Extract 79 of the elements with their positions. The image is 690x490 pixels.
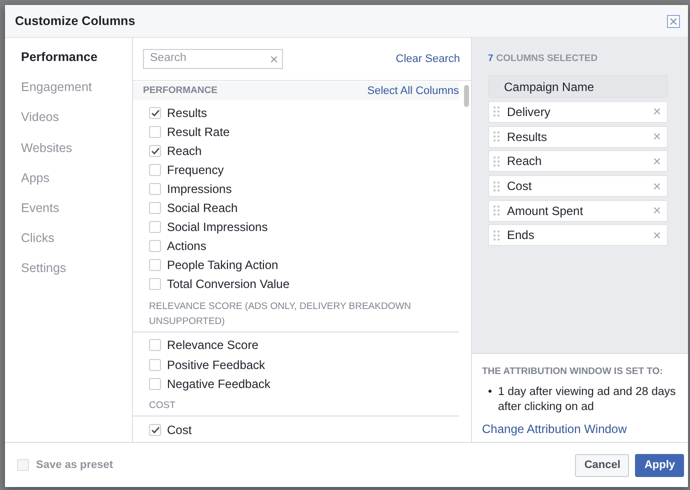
option-label: Result Rate (167, 124, 230, 141)
column-label: Delivery (507, 104, 550, 121)
checkbox[interactable] (149, 126, 161, 138)
column-row[interactable]: Cost × (488, 175, 668, 197)
column-label: Results (507, 128, 548, 146)
clear-search-link[interactable]: Clear Search (396, 50, 460, 68)
remove-icon[interactable]: × (652, 150, 661, 172)
drag-handle-icon[interactable] (493, 230, 500, 241)
close-icon[interactable] (667, 14, 680, 28)
checkbox[interactable] (149, 358, 161, 371)
option-label: Social Impressions (167, 219, 268, 236)
drag-handle-icon[interactable] (493, 106, 500, 118)
bullet-marker: • (488, 385, 492, 400)
column-label: Ends (507, 227, 534, 244)
clear-icon[interactable]: × (270, 52, 278, 66)
nav-item[interactable]: Websites (5, 140, 132, 170)
checkbox[interactable] (149, 202, 161, 214)
column-label: Amount Spent (507, 202, 584, 220)
column-label: Cost (507, 178, 532, 195)
drag-handle-icon[interactable] (493, 180, 500, 192)
remove-icon[interactable]: × (652, 101, 661, 122)
option-label: Total Conversion Value (167, 276, 290, 294)
checkbox[interactable] (149, 144, 161, 157)
checkbox[interactable] (149, 240, 161, 252)
remove-icon[interactable]: × (652, 200, 661, 222)
checkbox[interactable] (149, 164, 161, 176)
checkbox[interactable] (149, 182, 161, 195)
column-label: Reach (507, 153, 542, 170)
search-field[interactable]: Search × (143, 49, 283, 69)
option-label: Social Reach (167, 200, 238, 218)
option-label: Results (167, 104, 208, 122)
checkbox[interactable] (149, 259, 161, 272)
checkbox[interactable] (149, 339, 161, 352)
nav-item[interactable]: Engagement (5, 79, 132, 110)
nav-item[interactable]: Settings (5, 260, 132, 290)
drag-handle-icon[interactable] (493, 131, 500, 142)
checkbox[interactable] (149, 378, 161, 390)
option-label: Reach (167, 142, 202, 160)
option-label: Impressions (167, 180, 232, 198)
remove-icon[interactable]: × (652, 126, 661, 148)
column-row[interactable]: Reach × (488, 150, 668, 172)
select-all-link[interactable]: Select All Columns (367, 82, 459, 100)
column-row[interactable]: Ends × (488, 224, 668, 246)
checkbox[interactable] (149, 106, 161, 119)
option-label: Negative Feedback (167, 376, 270, 393)
column-row[interactable]: Results × (488, 126, 668, 148)
nav-item[interactable]: Apps (5, 170, 132, 200)
preset-label: Save as preset (36, 458, 114, 473)
option-label: Positive Feedback (167, 356, 266, 374)
option-label: Frequency (167, 162, 224, 179)
nav-item[interactable]: Events (5, 200, 132, 230)
dialog-title: Customize Columns (15, 12, 136, 30)
attribution-text: 1 day after viewing ad and 28 days after clicking on ad (498, 385, 677, 416)
section-heading: RELEVANCE SCORE (ADS ONLY, DELIVERY BREAKDOWN UNSUPPORTED) (133, 296, 459, 333)
nav-item[interactable]: Performance (5, 49, 132, 80)
option-label: People Taking Action (167, 257, 278, 274)
drag-handle-icon[interactable] (493, 205, 500, 216)
columns-selected-heading: 7 COLUMNS SELECTED (488, 52, 599, 66)
scrollbar[interactable] (464, 85, 469, 107)
apply-button[interactable]: Apply (635, 454, 684, 476)
column-row[interactable]: Amount Spent × (488, 200, 668, 222)
nav-item[interactable]: Videos (5, 109, 132, 140)
checkbox[interactable] (149, 221, 161, 234)
nav-item[interactable]: Clicks (5, 230, 132, 260)
remove-icon[interactable]: × (652, 176, 661, 196)
option-label: Cost (167, 422, 192, 439)
checkbox[interactable] (149, 278, 161, 290)
remove-icon[interactable]: × (652, 224, 661, 246)
column-row[interactable]: Delivery × (488, 100, 668, 123)
change-attribution-link[interactable]: Change Attribution Window (482, 422, 627, 436)
attribution-heading: THE ATTRIBUTION WINDOW IS SET TO: (482, 365, 664, 379)
option-label: Actions (167, 238, 206, 256)
drag-handle-icon[interactable] (493, 156, 500, 167)
option-label: Relevance Score (167, 337, 258, 354)
checkbox[interactable] (149, 424, 161, 436)
fixed-column-row: Campaign Name (488, 75, 668, 98)
cancel-button[interactable]: Cancel (575, 454, 630, 476)
section-heading: PERFORMANCE (143, 84, 218, 98)
section-heading: COST (133, 395, 459, 418)
